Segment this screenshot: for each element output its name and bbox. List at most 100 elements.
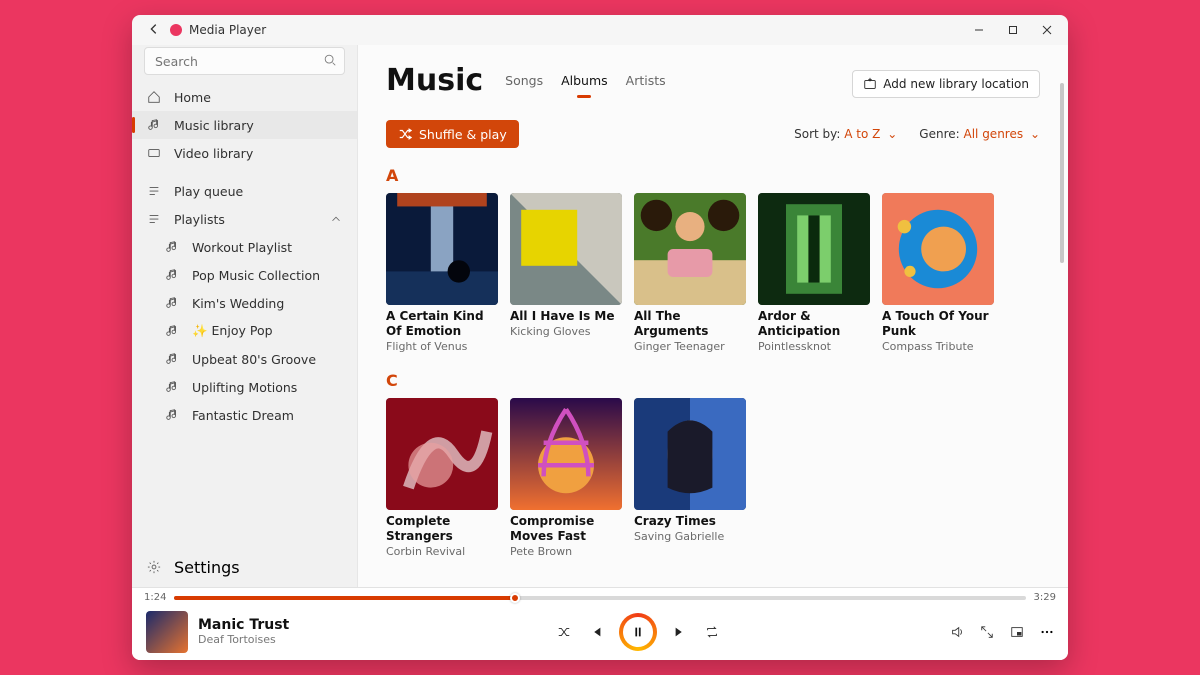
album-title: Complete Strangers: [386, 514, 498, 544]
album-artist: Compass Tribute: [882, 340, 994, 353]
playlist-item[interactable]: ✨ Enjoy Pop: [132, 317, 357, 345]
nav-music-library[interactable]: Music library: [132, 111, 357, 139]
shuffle-play-button[interactable]: Shuffle & play: [386, 120, 519, 148]
progress-slider[interactable]: [174, 596, 1025, 600]
add-library-label: Add new library location: [883, 77, 1029, 91]
playlist-item[interactable]: Pop Music Collection: [132, 261, 357, 289]
album-cover: [882, 193, 994, 305]
playlist-item[interactable]: Uplifting Motions: [132, 373, 357, 401]
album-title: A Touch Of Your Punk: [882, 309, 994, 339]
repeat-toggle[interactable]: [705, 625, 719, 639]
album-artist: Corbin Revival: [386, 545, 498, 558]
playlist-item[interactable]: Workout Playlist: [132, 233, 357, 261]
minimize-button[interactable]: [962, 15, 996, 45]
nav-home[interactable]: Home: [132, 83, 357, 111]
album-artist: Ginger Teenager: [634, 340, 746, 353]
album-card[interactable]: A Touch Of Your PunkCompass Tribute: [882, 193, 994, 353]
album-cover: [510, 398, 622, 510]
sort-label: Sort by:: [794, 127, 840, 141]
album-card[interactable]: Complete StrangersCorbin Revival: [386, 398, 498, 558]
close-button[interactable]: [1030, 15, 1064, 45]
back-button[interactable]: [142, 22, 166, 39]
album-cover: [758, 193, 870, 305]
queue-icon: [146, 184, 162, 198]
genre-dropdown[interactable]: Genre: All genres ⌄: [919, 127, 1040, 141]
music-note-icon: [146, 118, 162, 132]
playlist-item[interactable]: Kim's Wedding: [132, 289, 357, 317]
tab-artists[interactable]: Artists: [626, 73, 666, 94]
elapsed-time: 1:24: [144, 592, 166, 603]
search-container: [144, 47, 345, 75]
minimize-icon: [974, 25, 984, 35]
app-logo-icon: [170, 24, 182, 36]
app-window: Media Player Home Music library: [132, 15, 1068, 660]
album-sections: A A Certain Kind Of EmotionFlight of Venu…: [386, 166, 1040, 558]
now-playing-cover: [146, 611, 188, 653]
nav-label: Home: [174, 90, 211, 105]
album-card[interactable]: A Certain Kind Of EmotionFlight of Venus: [386, 193, 498, 353]
chevron-up-icon: [329, 212, 343, 226]
home-icon: [146, 90, 162, 104]
nav-playlists[interactable]: Playlists: [132, 205, 357, 233]
add-library-button[interactable]: Add new library location: [852, 70, 1040, 98]
main-pane: Music Songs Albums Artists Add new libra…: [358, 45, 1068, 587]
album-card[interactable]: Ardor & AnticipationPointlessknot: [758, 193, 870, 353]
nav: Home Music library Video library Play qu…: [132, 83, 357, 429]
play-pause-button[interactable]: [621, 615, 655, 649]
album-artist: Flight of Venus: [386, 340, 498, 353]
tab-songs[interactable]: Songs: [505, 73, 543, 94]
album-card[interactable]: All I Have Is MeKicking Gloves: [510, 193, 622, 353]
chevron-down-icon: ⌄: [887, 127, 897, 141]
album-title: Ardor & Anticipation: [758, 309, 870, 339]
album-title: Compromise Moves Fast: [510, 514, 622, 544]
playlist-item[interactable]: Fantastic Dream: [132, 401, 357, 429]
nav-settings[interactable]: Settings: [132, 553, 357, 581]
playlist-item[interactable]: Upbeat 80's Groove: [132, 345, 357, 373]
album-title: Crazy Times: [634, 514, 746, 529]
maximize-button[interactable]: [996, 15, 1030, 45]
volume-button[interactable]: [950, 625, 964, 639]
maximize-icon: [1008, 25, 1018, 35]
now-playing[interactable]: Manic Trust Deaf Tortoises: [146, 611, 372, 653]
close-icon: [1042, 25, 1052, 35]
sort-dropdown[interactable]: Sort by: A to Z ⌄: [794, 127, 897, 141]
music-note-icon: [164, 240, 180, 254]
section-letter[interactable]: A: [386, 166, 1040, 185]
album-title: A Certain Kind Of Emotion: [386, 309, 498, 339]
playlist-label: Workout Playlist: [192, 240, 292, 255]
nav-play-queue[interactable]: Play queue: [132, 177, 357, 205]
next-button[interactable]: [673, 625, 687, 639]
fullscreen-button[interactable]: [980, 625, 994, 639]
tab-albums[interactable]: Albums: [561, 73, 608, 94]
nav-video-library[interactable]: Video library: [132, 139, 357, 167]
miniplayer-button[interactable]: [1010, 625, 1024, 639]
playlist-label: Upbeat 80's Groove: [192, 352, 316, 367]
more-button[interactable]: [1040, 625, 1054, 639]
sidebar: Home Music library Video library Play qu…: [132, 45, 358, 587]
section-letter[interactable]: C: [386, 371, 1040, 390]
album-card[interactable]: All The ArgumentsGinger Teenager: [634, 193, 746, 353]
nav-label: Playlists: [174, 212, 225, 227]
tabs: Songs Albums Artists: [505, 73, 666, 94]
transport-controls: [372, 615, 904, 649]
shuffle-toggle[interactable]: [557, 625, 571, 639]
music-note-icon: [164, 408, 180, 422]
album-artist: Kicking Gloves: [510, 325, 622, 338]
album-grid: A Certain Kind Of EmotionFlight of Venus…: [386, 193, 1040, 353]
album-card[interactable]: Compromise Moves FastPete Brown: [510, 398, 622, 558]
chevron-down-icon: ⌄: [1030, 127, 1040, 141]
album-cover: [510, 193, 622, 305]
shuffle-label: Shuffle & play: [419, 127, 507, 142]
previous-button[interactable]: [589, 625, 603, 639]
titlebar: Media Player: [132, 15, 1068, 45]
video-icon: [146, 146, 162, 160]
album-cover: [634, 398, 746, 510]
album-grid: Complete StrangersCorbin RevivalCompromi…: [386, 398, 1040, 558]
scrollbar[interactable]: [1060, 83, 1064, 263]
album-cover: [386, 398, 498, 510]
playlist-label: Kim's Wedding: [192, 296, 284, 311]
playlist-label: Pop Music Collection: [192, 268, 320, 283]
album-card[interactable]: Crazy TimesSaving Gabrielle: [634, 398, 746, 558]
search-input[interactable]: [144, 47, 345, 75]
folder-plus-icon: [863, 77, 877, 91]
